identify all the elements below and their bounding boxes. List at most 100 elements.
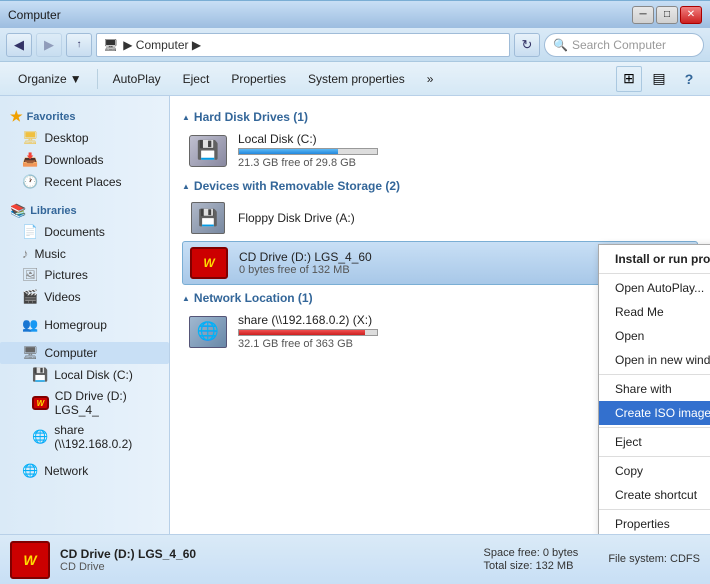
libraries-section: 📚 Libraries 📄 Documents ♪ Music 🖼 Pictur… [0, 199, 169, 308]
computer-icon: 🖥 [22, 345, 39, 361]
libraries-heading: 📚 Libraries [0, 199, 169, 221]
status-drive-info: CD Drive (D:) LGS_4_60 CD Drive [60, 547, 454, 573]
system-properties-button[interactable]: System properties [298, 66, 415, 92]
pictures-icon: 🖼 [22, 267, 39, 283]
content-area: Hard Disk Drives (1) 💾 Local Disk (C:) 2… [170, 96, 710, 534]
search-box[interactable]: 🔍 Search Computer [544, 33, 704, 57]
close-button[interactable]: ✕ [680, 6, 702, 24]
organize-chevron-icon: ▼ [70, 72, 82, 86]
title-bar: Computer ─ □ ✕ [0, 0, 710, 28]
forward-button[interactable]: ▶ [36, 33, 62, 57]
ctx-separator-1 [599, 273, 710, 274]
sidebar-item-cd-drive[interactable]: W CD Drive (D:) LGS_4_ [0, 386, 169, 420]
eject-button[interactable]: Eject [173, 66, 220, 92]
cd-drive-sidebar-icon: W [32, 396, 49, 410]
context-menu: Install or run program from your media O… [598, 244, 710, 534]
ctx-create-shortcut-item[interactable]: Create shortcut [599, 483, 710, 507]
toolbar: Organize ▼ AutoPlay Eject Properties Sys… [0, 62, 710, 96]
ctx-separator-5 [599, 509, 710, 510]
properties-button[interactable]: Properties [221, 66, 296, 92]
homegroup-section: 👥 Homegroup [0, 314, 169, 336]
network-section: 🌐 Network [0, 460, 169, 482]
search-placeholder: Search Computer [572, 38, 666, 52]
status-drive-icon: W [10, 541, 50, 579]
preview-pane-button[interactable]: ▤ [646, 66, 672, 92]
network-image: 🌐 [189, 316, 227, 348]
organize-button[interactable]: Organize ▼ [8, 66, 92, 92]
ctx-open-autoplay-item[interactable]: Open AutoPlay... [599, 276, 710, 300]
sidebar-item-downloads[interactable]: 📥 Downloads [0, 149, 169, 171]
sidebar-item-documents[interactable]: 📄 Documents [0, 221, 169, 243]
up-button[interactable]: ↑ [66, 33, 92, 57]
videos-icon: 🎬 [22, 289, 38, 305]
sidebar-item-pictures[interactable]: 🖼 Pictures [0, 264, 169, 286]
refresh-button[interactable]: ↻ [514, 33, 540, 57]
status-bar: W CD Drive (D:) LGS_4_60 CD Drive Space … [0, 534, 710, 584]
title-bar-buttons: ─ □ ✕ [632, 6, 702, 24]
music-icon: ♪ [22, 246, 29, 261]
local-disk-size: 21.3 GB free of 29.8 GB [238, 157, 692, 169]
floppy-item[interactable]: 💾 Floppy Disk Drive (A:) [182, 197, 698, 239]
sidebar-item-network[interactable]: 🌐 Network [0, 460, 169, 482]
title-bar-text: Computer [8, 8, 61, 22]
star-icon: ★ [10, 108, 23, 125]
toolbar-view-controls: ⊞ ▤ ? [616, 66, 702, 92]
local-disk-name: Local Disk (C:) [238, 132, 692, 146]
network-icon: 🌐 [22, 463, 38, 479]
ctx-install-item[interactable]: Install or run program from your media [599, 247, 710, 271]
ctx-eject-item[interactable]: Eject [599, 430, 710, 454]
breadcrumb-text: ▶ Computer ▶ [123, 38, 201, 52]
ctx-separator-2 [599, 374, 710, 375]
back-button[interactable]: ◀ [6, 33, 32, 57]
status-filesystem-label: File system: CDFS [608, 553, 700, 565]
sidebar-item-homegroup[interactable]: 👥 Homegroup [0, 314, 169, 336]
breadcrumb-icon: 🖥 [103, 38, 118, 52]
more-button[interactable]: » [417, 66, 444, 92]
floppy-image: 💾 [191, 202, 225, 234]
sidebar-item-desktop[interactable]: 🖥 Desktop [0, 127, 169, 149]
share-drive-icon: 🌐 [188, 315, 228, 349]
share-bar [239, 330, 365, 335]
ctx-readme-item[interactable]: Read Me [599, 300, 710, 324]
address-breadcrumb[interactable]: 🖥 ▶ Computer ▶ [96, 33, 510, 57]
recent-folder-icon: 🕐 [22, 174, 38, 190]
minimize-button[interactable]: ─ [632, 6, 654, 24]
local-disk-drive-icon: 💾 [188, 134, 228, 168]
local-disk-icon: 💾 [32, 367, 48, 383]
favorites-section: ★ Favorites 🖥 Desktop 📥 Downloads 🕐 Rece… [0, 104, 169, 193]
sidebar: ★ Favorites 🖥 Desktop 📥 Downloads 🕐 Rece… [0, 96, 170, 534]
share-icon: 🌐 [32, 429, 48, 445]
status-drive-name: CD Drive (D:) LGS_4_60 [60, 547, 454, 561]
help-button[interactable]: ? [676, 66, 702, 92]
sidebar-item-local-disk[interactable]: 💾 Local Disk (C:) [0, 364, 169, 386]
ctx-copy-item[interactable]: Copy [599, 459, 710, 483]
floppy-name: Floppy Disk Drive (A:) [238, 211, 692, 225]
downloads-folder-icon: 📥 [22, 152, 38, 168]
ctx-create-iso-item[interactable]: Create ISO image [599, 401, 710, 425]
sidebar-item-recent[interactable]: 🕐 Recent Places [0, 171, 169, 193]
maximize-button[interactable]: □ [656, 6, 678, 24]
ctx-properties-item[interactable]: Properties [599, 512, 710, 534]
libraries-icon: 📚 [10, 203, 26, 219]
ctx-open-new-window-item[interactable]: Open in new window [599, 348, 710, 372]
sidebar-item-music[interactable]: ♪ Music [0, 243, 169, 264]
ctx-separator-3 [599, 427, 710, 428]
hard-disk-section-header: Hard Disk Drives (1) [182, 110, 698, 124]
change-view-button[interactable]: ⊞ [616, 66, 642, 92]
status-drive-type: CD Drive [60, 561, 454, 573]
local-disk-item[interactable]: 💾 Local Disk (C:) 21.3 GB free of 29.8 G… [182, 128, 698, 173]
sidebar-item-videos[interactable]: 🎬 Videos [0, 286, 169, 308]
favorites-heading: ★ Favorites [0, 104, 169, 127]
share-bar-container [238, 329, 378, 336]
local-disk-details: Local Disk (C:) 21.3 GB free of 29.8 GB [238, 132, 692, 169]
ctx-open-item[interactable]: Open [599, 324, 710, 348]
sidebar-item-computer[interactable]: 🖥 Computer [0, 342, 169, 364]
ctx-separator-4 [599, 456, 710, 457]
homegroup-icon: 👥 [22, 317, 38, 333]
autoplay-button[interactable]: AutoPlay [103, 66, 171, 92]
ctx-share-with-item[interactable]: Share with ▶ [599, 377, 710, 401]
status-space-free: Space free: 0 bytes [484, 547, 579, 559]
status-total-size: Total size: 132 MB [484, 560, 579, 572]
cd-drive-icon-container: W [189, 246, 229, 280]
sidebar-item-share[interactable]: 🌐 share (\\192.168.0.2) [0, 420, 169, 454]
